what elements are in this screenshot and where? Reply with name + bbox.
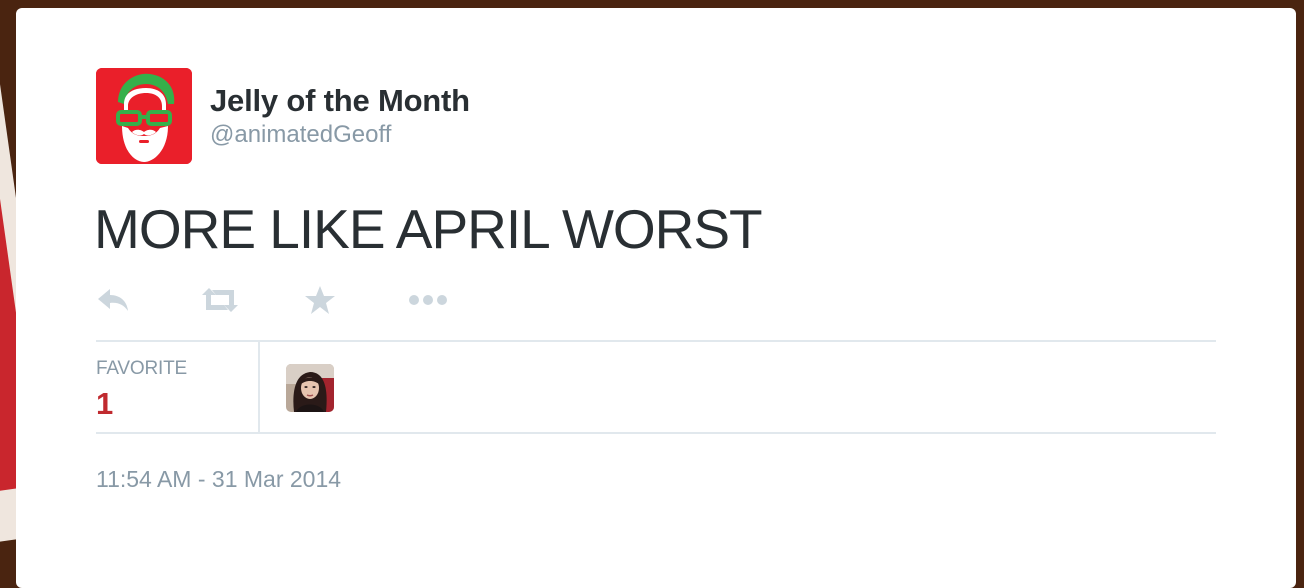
- favorite-button[interactable]: [304, 282, 408, 318]
- author-handle[interactable]: @animatedGeoff: [210, 120, 470, 150]
- tweet-actions: [96, 282, 512, 318]
- favorite-stat[interactable]: FAVORITE 1: [96, 342, 260, 432]
- more-dots-icon: [409, 295, 447, 305]
- favorite-stat-label: FAVORITE: [96, 358, 187, 379]
- favorite-stat-count: 1: [96, 386, 114, 421]
- tweet-text: MORE LIKE APRIL WORST: [94, 198, 763, 260]
- more-button[interactable]: [408, 282, 512, 318]
- retweet-icon: [202, 288, 238, 312]
- woman-dark-hair-avatar-icon: [286, 364, 334, 412]
- favorite-star-icon: [305, 286, 335, 314]
- author-display-name[interactable]: Jelly of the Month: [210, 82, 470, 120]
- tweet-timestamp[interactable]: 11:54 AM - 31 Mar 2014: [96, 466, 341, 493]
- reply-button[interactable]: [96, 282, 200, 318]
- red-bearded-man-glasses-avatar-icon: [96, 68, 192, 164]
- author-names: Jelly of the Month @animatedGeoff: [210, 82, 470, 150]
- retweet-button[interactable]: [200, 282, 304, 318]
- reply-icon: [98, 289, 128, 311]
- tweet-card: Jelly of the Month @animatedGeoff MORE L…: [16, 8, 1296, 588]
- tweet-header: Jelly of the Month @animatedGeoff: [96, 68, 470, 164]
- tweet-stats: FAVORITE 1: [96, 340, 1216, 434]
- author-avatar[interactable]: [96, 68, 192, 164]
- favoriter-avatar[interactable]: [286, 364, 334, 412]
